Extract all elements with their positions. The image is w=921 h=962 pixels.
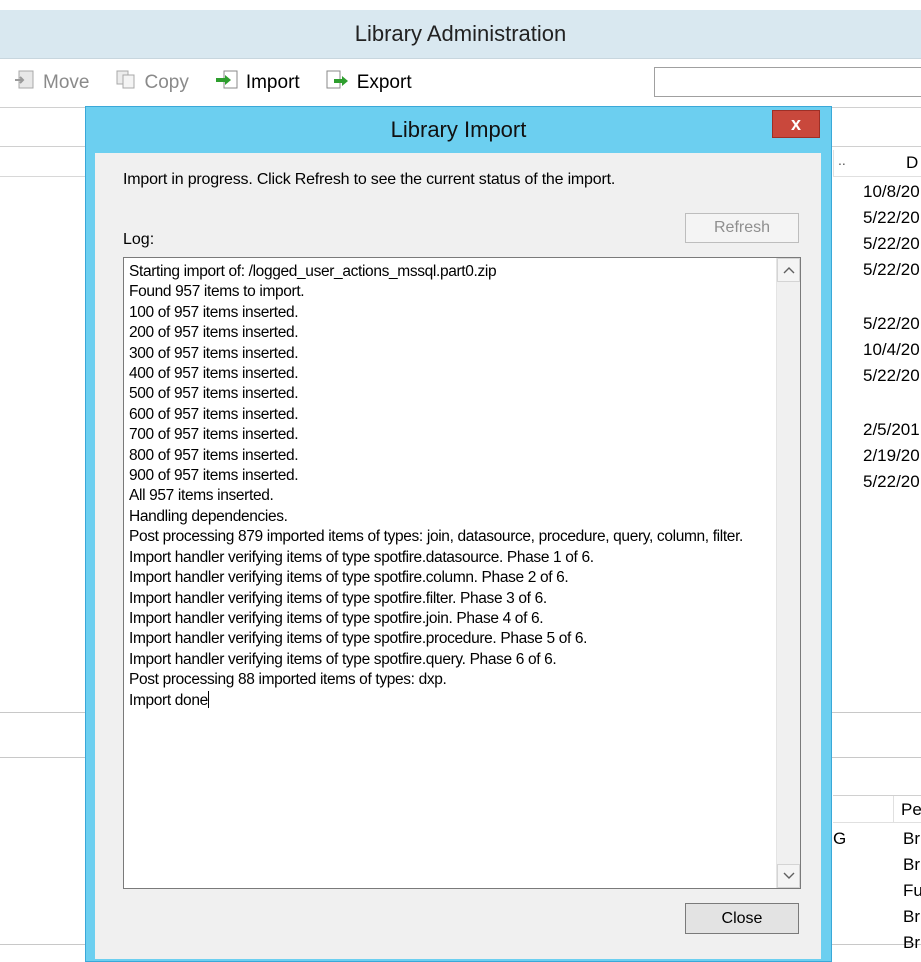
log-line: 400 of 957 items inserted. bbox=[129, 365, 299, 383]
dialog-title: Library Import bbox=[390, 117, 527, 142]
window-title: Library Administration bbox=[354, 21, 567, 46]
list-item-date: 5/22/20 bbox=[863, 314, 920, 333]
permissions-list: Pe G Br Br Fu Br Br bbox=[833, 795, 921, 962]
log-scrollbar[interactable] bbox=[776, 258, 800, 888]
log-line: Import handler verifying items of type s… bbox=[129, 548, 594, 566]
move-button[interactable]: Move bbox=[14, 70, 89, 96]
log-line: Handling dependencies. bbox=[129, 507, 288, 525]
log-label: Log: bbox=[123, 231, 155, 248]
log-line: Import handler verifying items of type s… bbox=[129, 609, 544, 627]
text-caret bbox=[207, 690, 209, 708]
library-list-columns: .. D 10/8/20 5/22/20 5/22/20 5/22/20 5/2… bbox=[833, 150, 921, 710]
scroll-down-button[interactable] bbox=[777, 864, 800, 888]
chevron-down-icon bbox=[783, 872, 794, 879]
list-item-date: 2/19/20 bbox=[863, 446, 920, 465]
export-icon bbox=[326, 70, 350, 96]
export-button[interactable]: Export bbox=[326, 70, 412, 96]
permissions-header-label: Pe bbox=[901, 800, 921, 819]
list-item-date: 5/22/20 bbox=[863, 234, 920, 253]
log-line: Import handler verifying items of type s… bbox=[129, 650, 557, 668]
list-item: Br bbox=[903, 907, 920, 926]
date-header-label: D bbox=[906, 153, 919, 172]
log-line: Import handler verifying items of type s… bbox=[129, 569, 569, 587]
log-line: 100 of 957 items inserted. bbox=[129, 303, 299, 321]
dialog-body: Import in progress. Click Refresh to see… bbox=[95, 153, 821, 959]
list-item-date: 10/8/20 bbox=[863, 182, 920, 201]
scroll-up-button[interactable] bbox=[777, 258, 800, 282]
import-label: Import bbox=[245, 72, 300, 93]
dialog-title-bar[interactable]: Library Import bbox=[86, 107, 831, 153]
close-button[interactable]: Close bbox=[685, 903, 799, 934]
column-separator bbox=[893, 796, 894, 822]
log-line: Starting import of: /logged_user_actions… bbox=[129, 263, 497, 280]
copy-icon bbox=[115, 70, 137, 96]
window-title-bar: Library Administration bbox=[0, 10, 921, 59]
list-item: Br bbox=[903, 829, 920, 848]
dialog-close-x-button[interactable]: x bbox=[772, 110, 820, 138]
list-item-date: 5/22/20 bbox=[863, 260, 920, 279]
import-icon bbox=[215, 70, 239, 96]
log-line: 700 of 957 items inserted. bbox=[129, 426, 299, 444]
list-item: Br bbox=[903, 855, 920, 874]
list-item-date: 5/22/20 bbox=[863, 472, 920, 491]
top-strip bbox=[0, 0, 921, 10]
log-line: Post processing 88 imported items of typ… bbox=[129, 671, 447, 689]
list-item-date: 10/4/20 bbox=[863, 340, 920, 359]
list-item-date: 5/22/20 bbox=[863, 208, 920, 227]
library-import-dialog: Library Import x Import in progress. Cli… bbox=[85, 106, 832, 962]
import-instruction: Import in progress. Click Refresh to see… bbox=[123, 171, 616, 188]
search-input[interactable] bbox=[654, 67, 921, 97]
log-content: Starting import of: /logged_user_actions… bbox=[129, 262, 774, 711]
import-button[interactable]: Import bbox=[215, 70, 300, 96]
chevron-up-icon bbox=[783, 267, 794, 274]
log-line: 800 of 957 items inserted. bbox=[129, 446, 299, 464]
date-column-header[interactable]: .. D bbox=[833, 150, 921, 177]
log-line: Import handler verifying items of type s… bbox=[129, 589, 547, 607]
export-label: Export bbox=[356, 72, 412, 93]
list-item: Br bbox=[903, 933, 920, 952]
list-header-line bbox=[0, 176, 90, 177]
log-line: 200 of 957 items inserted. bbox=[129, 324, 299, 342]
move-label: Move bbox=[43, 72, 90, 93]
log-line: 600 of 957 items inserted. bbox=[129, 405, 299, 423]
permissions-header[interactable]: Pe bbox=[833, 795, 921, 823]
list-item-date: 5/22/20 bbox=[863, 366, 920, 385]
group-cell: G bbox=[833, 829, 847, 848]
copy-button[interactable]: Copy bbox=[115, 70, 189, 96]
log-line: 500 of 957 items inserted. bbox=[129, 385, 299, 403]
log-line: 300 of 957 items inserted. bbox=[129, 344, 299, 362]
log-line: Found 957 items to import. bbox=[129, 283, 305, 301]
move-icon bbox=[14, 70, 36, 96]
column-overflow-dots: .. bbox=[838, 152, 846, 168]
log-line: Import handler verifying items of type s… bbox=[129, 630, 588, 648]
list-item: Fu bbox=[903, 881, 921, 900]
log-line: Post processing 879 imported items of ty… bbox=[129, 528, 743, 546]
close-icon: x bbox=[790, 113, 801, 134]
log-line: Import done bbox=[129, 690, 209, 709]
copy-label: Copy bbox=[144, 72, 189, 93]
refresh-button[interactable]: Refresh bbox=[685, 213, 799, 243]
list-item-date: 2/5/201 bbox=[863, 420, 920, 439]
log-textarea[interactable]: Starting import of: /logged_user_actions… bbox=[123, 257, 801, 889]
log-line: 900 of 957 items inserted. bbox=[129, 467, 299, 485]
log-line: All 957 items inserted. bbox=[129, 487, 274, 505]
